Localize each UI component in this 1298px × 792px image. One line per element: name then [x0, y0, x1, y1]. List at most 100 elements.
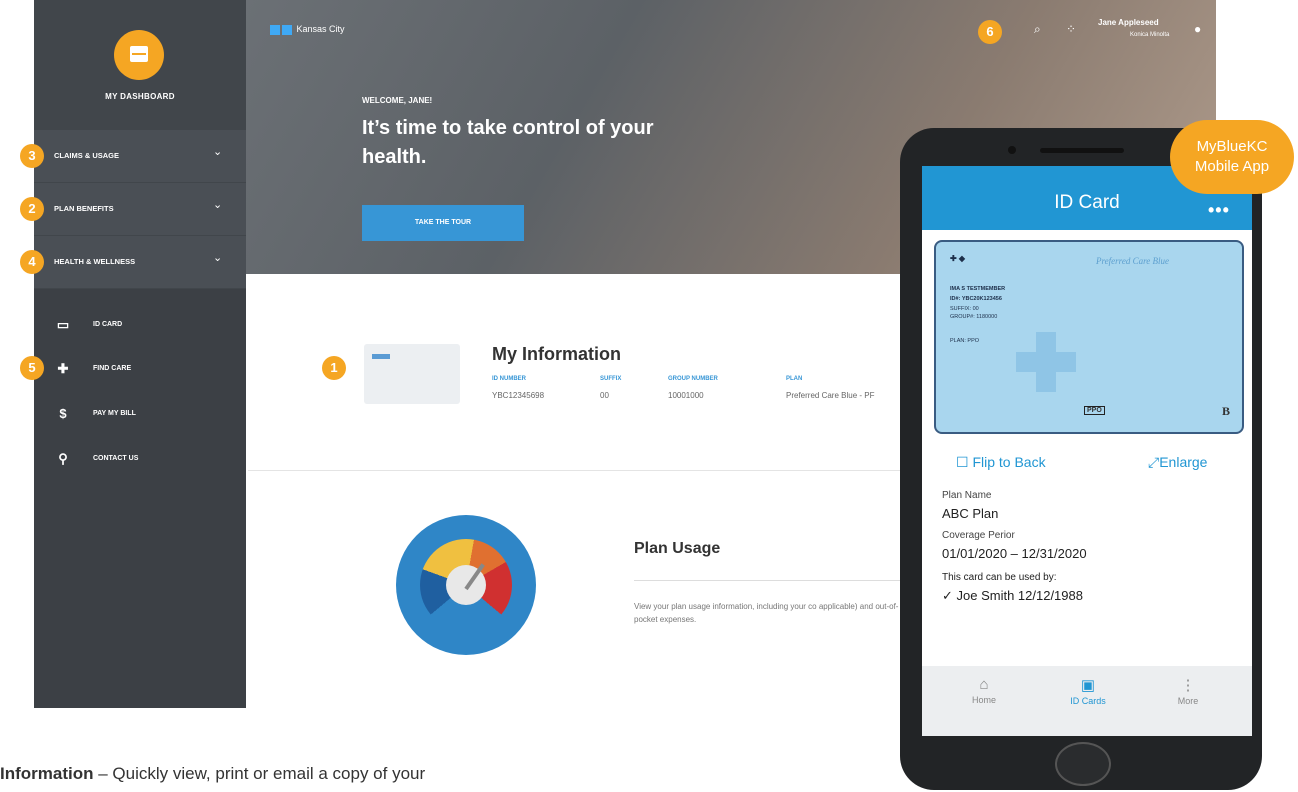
plan-label: PLAN — [786, 376, 803, 382]
nav-health-wellness[interactable]: HEALTH & WELLNESS ⌄ — [34, 236, 246, 289]
enlarge-icon: ⤢ — [1148, 454, 1160, 470]
flip-label: Flip to Back — [972, 454, 1046, 470]
app-title: ID Card — [1054, 192, 1120, 213]
ppo-logo: PPO — [1084, 406, 1105, 415]
tab-label: Home — [971, 695, 996, 705]
user-company: Konica Minolta — [1130, 32, 1170, 38]
id-card-icon: ▣ — [1080, 677, 1096, 694]
location-pin-icon: ⚲ — [58, 451, 68, 466]
blue-cross-watermark-icon — [1016, 332, 1076, 392]
enlarge-button[interactable]: ⤢Enlarge — [1148, 454, 1207, 471]
dashboard-icon — [114, 30, 164, 80]
flip-icon: ☐ — [956, 454, 973, 470]
plan-usage-description: View your plan usage information, includ… — [634, 602, 899, 624]
user-name[interactable]: Jane Appleseed — [1098, 18, 1159, 27]
suffix-label: SUFFIX — [600, 376, 622, 382]
mobile-app-badge: MyBlueKC Mobile App — [1170, 120, 1294, 194]
search-icon[interactable]: ⌕ — [1034, 22, 1041, 37]
callout-badge-3: 3 — [20, 144, 44, 168]
tab-label: More — [1177, 696, 1199, 706]
plan-value: Preferred Care Blue - PF — [786, 391, 875, 400]
nav-claims-usage[interactable]: CLAIMS & USAGE ⌄ — [34, 130, 246, 183]
used-by-value: ✓ Joe Smith 12/12/1988 — [942, 588, 1083, 603]
callout-badge-6: 6 — [978, 20, 1002, 44]
take-tour-button[interactable]: TAKE THE TOUR — [362, 205, 524, 241]
phone-screen: ID Card ••• ✚ ◆ Preferred Care Blue IMA … — [922, 166, 1252, 736]
card-plan-logo: Preferred Care Blue — [1096, 256, 1169, 266]
id-number-label: ID NUMBER — [492, 376, 526, 382]
flip-to-back-button[interactable]: ☐ Flip to Back — [956, 454, 1046, 471]
id-card-thumbnail[interactable] — [364, 344, 460, 404]
nav-label: PAY MY BILL — [93, 410, 136, 417]
callout-badge-4: 4 — [20, 250, 44, 274]
nav-label: ID CARD — [93, 321, 123, 328]
caption-bold: Information — [0, 764, 94, 783]
tab-more[interactable]: ⋮ More — [1148, 676, 1228, 706]
rx-logo: B — [1222, 404, 1231, 418]
plan-usage-title: Plan Usage — [634, 540, 721, 557]
phone-device: ID Card ••• ✚ ◆ Preferred Care Blue IMA … — [900, 128, 1262, 790]
welcome-text: WELCOME, JANE! — [362, 96, 433, 105]
enlarge-label: Enlarge — [1159, 454, 1208, 470]
card-group: GROUP#: 1180000 — [950, 314, 998, 320]
id-card-icon: ▭ — [56, 317, 70, 332]
camera-icon — [1008, 146, 1016, 154]
badge-line-2: Mobile App — [1194, 158, 1270, 175]
caption-text: Information – Quickly view, print or ema… — [0, 764, 425, 784]
chevron-down-icon: ⌄ — [213, 146, 223, 158]
id-card-image[interactable]: ✚ ◆ Preferred Care Blue IMA S TESTMEMBER… — [934, 240, 1244, 434]
group-number-label: GROUP NUMBER — [668, 376, 718, 382]
used-by-label: This card can be used by: — [942, 572, 1057, 583]
hero-headline: It’s time to take control of your health… — [362, 117, 654, 168]
chevron-down-icon: ⌄ — [213, 252, 223, 264]
nav-plan-benefits[interactable]: PLAN BENEFITS ⌄ — [34, 183, 246, 236]
plus-icon: ✚ — [57, 361, 69, 376]
bottom-tab-bar: ⌂ Home ▣ ID Cards ⋮ More — [922, 666, 1252, 736]
nav-label: CONTACT US — [93, 455, 139, 462]
card-logo: ✚ ◆ — [950, 254, 966, 263]
nav-label: CLAIMS & USAGE — [54, 151, 120, 160]
callout-badge-1: 1 — [322, 356, 346, 380]
more-horizontal-icon[interactable]: ••• — [1208, 200, 1230, 221]
nav-contact-us[interactable]: ⚲ CONTACT US — [34, 445, 246, 475]
card-suffix: SUFFIX: 00 — [950, 306, 979, 312]
chevron-down-icon: ⌄ — [213, 199, 223, 211]
nav-id-card[interactable]: ▭ ID CARD — [34, 311, 246, 341]
tab-home[interactable]: ⌂ Home — [944, 676, 1024, 705]
callout-badge-2: 2 — [20, 197, 44, 221]
id-number-value: YBC12345698 — [492, 391, 545, 400]
home-icon: ⌂ — [979, 676, 989, 693]
sidebar: MY DASHBOARD CLAIMS & USAGE ⌄ PLAN BENEF… — [34, 0, 246, 708]
coverage-label: Coverage Perior — [942, 530, 1015, 541]
coverage-value: 01/01/2020 – 12/31/2020 — [942, 546, 1087, 561]
dashboard-label: MY DASHBOARD — [105, 92, 175, 101]
badge-line-1: MyBlueKC — [1196, 138, 1268, 155]
card-member-name: IMA S TESTMEMBER — [950, 286, 1006, 292]
dashboard-header[interactable]: MY DASHBOARD — [34, 0, 246, 130]
plan-name-label: Plan Name — [942, 490, 992, 501]
more-vertical-icon: ⋮ — [1180, 677, 1196, 694]
suffix-value: 00 — [600, 391, 609, 400]
group-number-value: 10001000 — [668, 391, 704, 400]
nav-pay-my-bill[interactable]: $ PAY MY BILL — [34, 400, 246, 430]
company-logo[interactable]: Kansas City — [270, 24, 345, 35]
user-avatar-icon[interactable]: ● — [1194, 22, 1201, 36]
card-member-id: ID#: YBC20K123456 — [950, 296, 1002, 302]
speaker-grill — [1040, 148, 1124, 153]
nav-label: FIND CARE — [93, 365, 132, 372]
plan-usage-gauge-icon — [396, 515, 536, 655]
card-plan: PLAN: PPO — [950, 338, 980, 344]
apps-grid-icon[interactable]: ⁘ — [1066, 22, 1076, 36]
nav-find-care[interactable]: ✚ FIND CARE — [34, 355, 246, 385]
caption-rest: – Quickly view, print or email a copy of… — [93, 764, 426, 783]
tab-id-cards[interactable]: ▣ ID Cards — [1048, 676, 1128, 706]
my-information-title: My Information — [492, 344, 621, 364]
callout-badge-5: 5 — [20, 356, 44, 380]
plan-usage-divider — [634, 580, 904, 581]
dollar-icon: $ — [59, 406, 67, 421]
tab-label: ID Cards — [1070, 696, 1106, 706]
home-button[interactable] — [1055, 742, 1111, 786]
nav-label: HEALTH & WELLNESS — [54, 257, 136, 266]
logo-text: Kansas City — [296, 24, 345, 34]
nav-label: PLAN BENEFITS — [54, 204, 114, 213]
